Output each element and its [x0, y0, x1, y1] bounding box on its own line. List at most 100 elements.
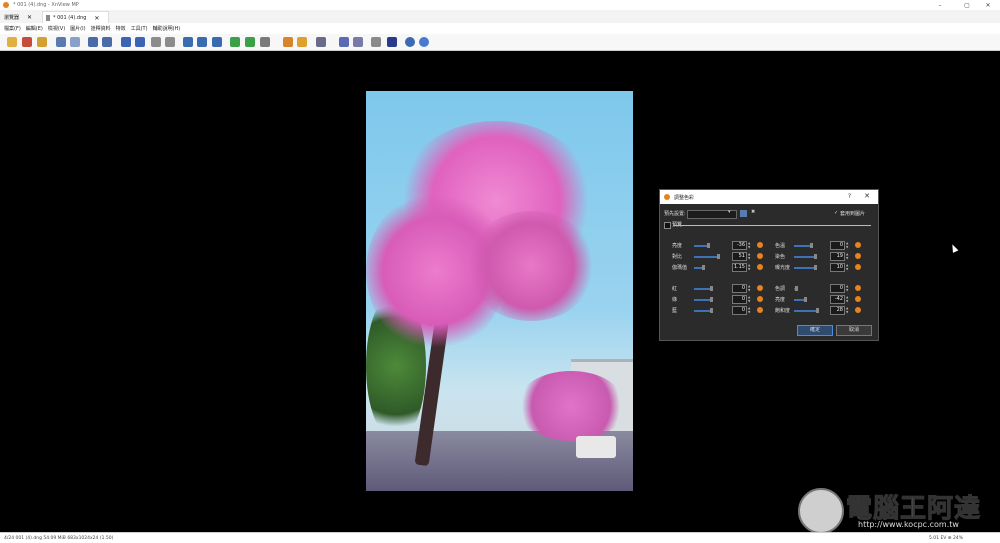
dialog-help-button[interactable]: ?	[848, 193, 851, 200]
green-value[interactable]: 0	[732, 295, 747, 304]
filter-icon[interactable]	[283, 37, 293, 47]
effects-icon[interactable]	[297, 37, 307, 47]
exposure-spinner[interactable]: ▲ ▼	[846, 263, 850, 271]
hue-slider-thumb[interactable]	[795, 286, 798, 291]
lightness-spinner[interactable]: ▲ ▼	[846, 295, 850, 303]
saturation-spinner[interactable]: ▲ ▼	[846, 306, 850, 314]
menu-effects[interactable]: 特效	[116, 25, 126, 32]
menu-help[interactable]: 輔助說明(H)	[153, 25, 181, 32]
help-icon[interactable]	[419, 37, 429, 47]
settings-gear-icon[interactable]	[405, 37, 415, 47]
print-icon[interactable]	[371, 37, 381, 47]
open-folder-icon[interactable]	[7, 37, 17, 47]
red-slider-thumb[interactable]	[710, 286, 713, 291]
tint-slider[interactable]	[794, 254, 817, 259]
blue-value[interactable]: 0	[732, 306, 747, 315]
gamma-slider[interactable]	[694, 265, 705, 270]
zoom-in-icon[interactable]	[197, 37, 207, 47]
lightness-slider[interactable]	[794, 297, 807, 302]
tint-reset-icon[interactable]	[855, 253, 861, 259]
preview-checkbox[interactable]	[664, 222, 671, 229]
menu-file[interactable]: 檔案(F)	[4, 25, 21, 32]
exposure-value[interactable]: 10	[830, 263, 845, 272]
next-icon[interactable]	[135, 37, 145, 47]
tab-browser[interactable]: 瀏覽器 ✕	[4, 11, 42, 23]
red-slider[interactable]	[694, 286, 713, 291]
previous-icon[interactable]	[121, 37, 131, 47]
hue-value[interactable]: 0	[830, 284, 845, 293]
slideshow-icon[interactable]	[387, 37, 397, 47]
adjust-icon[interactable]	[316, 37, 326, 47]
apply-to-image-checkbox[interactable]: ✓	[834, 210, 838, 216]
tint-value[interactable]: 19	[830, 252, 845, 261]
chevron-down-icon[interactable]: ▾	[728, 209, 731, 215]
tint-slider-thumb[interactable]	[814, 254, 817, 259]
brightness-slider-thumb[interactable]	[707, 243, 710, 248]
blue-slider[interactable]	[694, 308, 713, 313]
print-preview-icon[interactable]	[339, 37, 349, 47]
delete-preset-icon[interactable]: ✖	[751, 209, 755, 215]
contrast-slider-thumb[interactable]	[717, 254, 720, 259]
red-reset-icon[interactable]	[757, 285, 763, 291]
tab-image-close-icon[interactable]: ✕	[94, 15, 99, 22]
brightness-spinner[interactable]: ▲ ▼	[748, 241, 752, 249]
exposure-reset-icon[interactable]	[855, 264, 861, 270]
save-as-icon[interactable]	[70, 37, 80, 47]
brightness-value[interactable]: -36	[732, 241, 747, 250]
blue-slider-thumb[interactable]	[710, 308, 713, 313]
gamma-slider-thumb[interactable]	[702, 265, 705, 270]
red-spinner[interactable]: ▲ ▼	[748, 284, 752, 292]
blue-reset-icon[interactable]	[757, 307, 763, 313]
save-preset-icon[interactable]	[740, 210, 747, 217]
green-spinner[interactable]: ▲ ▼	[748, 295, 752, 303]
save-icon[interactable]	[56, 37, 66, 47]
dialog-close-button[interactable]: ✕	[864, 192, 870, 200]
gamma-reset-icon[interactable]	[757, 264, 763, 270]
exposure-slider[interactable]	[794, 265, 817, 270]
hue-reset-icon[interactable]	[855, 285, 861, 291]
green-reset-icon[interactable]	[757, 296, 763, 302]
menu-edit[interactable]: 編輯(E)	[26, 25, 43, 32]
exposure-slider-thumb[interactable]	[814, 265, 817, 270]
temperature-spinner[interactable]: ▲ ▼	[846, 241, 850, 249]
tab-browser-close-icon[interactable]: ✕	[27, 14, 32, 21]
saturation-reset-icon[interactable]	[855, 307, 861, 313]
ok-button[interactable]: 確定	[797, 325, 833, 336]
green-slider[interactable]	[694, 297, 713, 302]
temperature-reset-icon[interactable]	[855, 242, 861, 248]
wand-icon[interactable]	[353, 37, 363, 47]
contrast-value[interactable]: 51	[732, 252, 747, 261]
hue-spinner[interactable]: ▲ ▼	[846, 284, 850, 292]
minimize-button[interactable]: –	[928, 0, 952, 10]
contrast-slider[interactable]	[694, 254, 720, 259]
redo-icon[interactable]	[102, 37, 112, 47]
saturation-slider-thumb[interactable]	[816, 308, 819, 313]
hue-slider[interactable]	[794, 286, 798, 291]
gamma-value[interactable]: 1.15	[732, 263, 747, 272]
green-slider-thumb[interactable]	[710, 297, 713, 302]
lightness-value[interactable]: -42	[830, 295, 845, 304]
gamma-spinner[interactable]: ▲ ▼	[748, 263, 752, 271]
lightness-slider-thumb[interactable]	[804, 297, 807, 302]
brightness-reset-icon[interactable]	[757, 242, 763, 248]
temperature-slider-thumb[interactable]	[810, 243, 813, 248]
saturation-value[interactable]: 28	[830, 306, 845, 315]
contrast-spinner[interactable]: ▲ ▼	[748, 252, 752, 260]
first-image-icon[interactable]	[151, 37, 161, 47]
zoom-fit-icon[interactable]	[183, 37, 193, 47]
browser-icon[interactable]	[22, 37, 32, 47]
temperature-slider[interactable]	[794, 243, 813, 248]
contrast-reset-icon[interactable]	[757, 253, 763, 259]
crop-icon[interactable]	[260, 37, 270, 47]
blue-spinner[interactable]: ▲ ▼	[748, 306, 752, 314]
saturation-slider[interactable]	[794, 308, 819, 313]
rotate-right-icon[interactable]	[245, 37, 255, 47]
temperature-value[interactable]: 0	[830, 241, 845, 250]
brightness-slider[interactable]	[694, 243, 710, 248]
fullscreen-icon[interactable]	[37, 37, 47, 47]
menu-image[interactable]: 圖片(I)	[70, 25, 85, 32]
menu-view[interactable]: 檢視(V)	[48, 25, 65, 32]
rotate-left-icon[interactable]	[230, 37, 240, 47]
undo-icon[interactable]	[88, 37, 98, 47]
close-window-button[interactable]: ✕	[976, 0, 1000, 10]
